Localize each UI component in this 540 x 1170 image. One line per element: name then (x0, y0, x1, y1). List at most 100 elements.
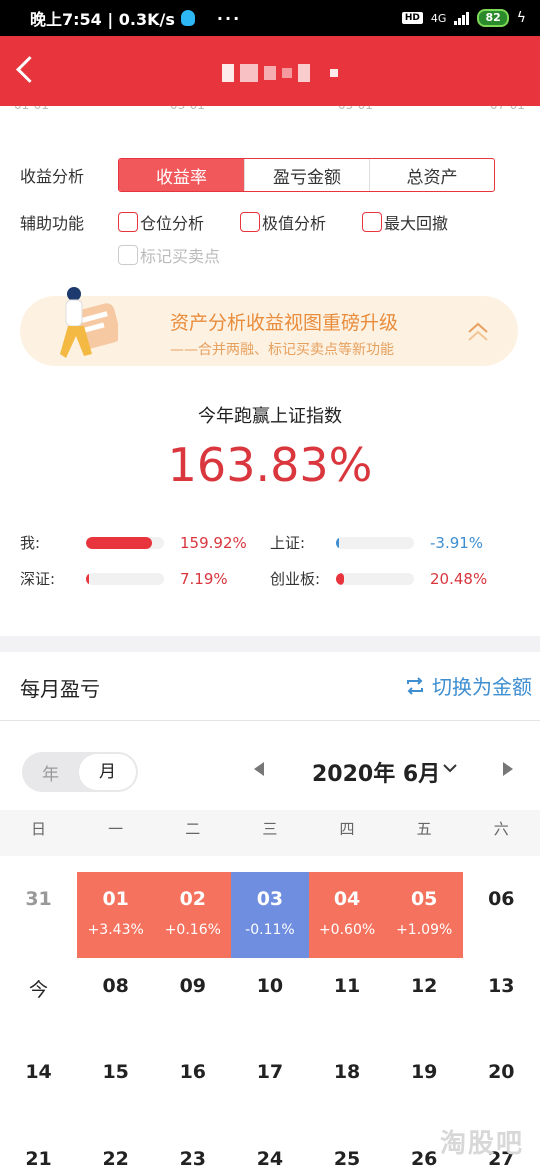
month-label[interactable]: 2020年 6月 (312, 756, 440, 788)
calendar-day-cell[interactable]: 19 (386, 1045, 463, 1131)
calendar-day-cell[interactable]: 08 (77, 959, 154, 1045)
comparison-label: 我: (20, 534, 41, 552)
next-month-icon[interactable] (503, 762, 513, 776)
calendar-day-number: 09 (179, 974, 207, 997)
weekday-header: 日 一 二 三 四 五 六 (0, 810, 540, 856)
calendar-week-row: 31 01 +3.43% 02 +0.16% 03 -0.11% 04 +0.60% 05 +1.0… (0, 872, 540, 959)
hd-icon: HD (401, 12, 423, 24)
comparison-bar (336, 572, 345, 585)
calendar-day-number: 19 (410, 1061, 438, 1083)
calendar-day-cell[interactable]: 02 +0.16% (154, 872, 232, 958)
status-bar: 晚上7:54 | 0.3K/s ··· HD 4G 82 ϟ (0, 0, 540, 36)
mark-points-checkbox[interactable]: 标记买卖点 (118, 243, 220, 267)
calendar-day-number: 17 (256, 1061, 284, 1083)
nav-bar (0, 36, 540, 106)
weekday-label: 二 (185, 820, 201, 838)
tab-total-assets[interactable]: 总资产 (369, 159, 494, 191)
calendar-day-number: 22 (102, 1147, 129, 1170)
comparison-label: 创业板: (270, 570, 321, 588)
tab-return-rate[interactable]: 收益率 (119, 159, 244, 191)
chevron-down-icon[interactable] (442, 760, 458, 776)
calendar-day-cell[interactable]: 14 (0, 1045, 77, 1131)
calendar-week-row: 14 15 16 17 18 19 20 (0, 1045, 540, 1132)
weekday-label: 六 (493, 820, 509, 838)
calendar-day-number: 31 (25, 888, 52, 910)
calendar-day-cell[interactable]: 03 -0.11% (231, 872, 309, 958)
calendar-day-cell[interactable]: 31 (0, 872, 77, 958)
toggle-year[interactable]: 年 (22, 760, 79, 785)
calendar-day-cell[interactable]: 01 +3.43% (77, 872, 155, 958)
switch-to-amount-label: 切换为金额 (432, 675, 532, 699)
analysis-label: 收益分析 (20, 167, 85, 186)
calendar-day-cell[interactable]: 16 (154, 1045, 231, 1131)
back-arrow-icon[interactable] (14, 56, 38, 80)
calendar-day-cell[interactable]: 22 (77, 1132, 154, 1170)
comparison-value: 159.92% (180, 533, 247, 552)
tab-pnl-amount[interactable]: 盈亏金额 (244, 159, 369, 191)
prev-month-icon[interactable] (254, 762, 264, 776)
calendar-day-cell[interactable]: 10 (231, 959, 308, 1045)
calendar-day-number: 03 (256, 888, 284, 910)
year-month-toggle[interactable]: 年 月 (22, 752, 138, 792)
calendar-day-cell[interactable]: 15 (77, 1045, 154, 1131)
calendar-day-cell[interactable]: 18 (309, 1045, 386, 1131)
calendar-day-cell[interactable]: 09 (154, 959, 231, 1045)
switch-to-amount-button[interactable]: 切换为金额 (404, 671, 532, 700)
calendar-day-cell[interactable]: 20 (463, 1045, 540, 1131)
calendar-day-number: 25 (333, 1147, 361, 1170)
calendar-day-cell[interactable]: 24 (231, 1132, 308, 1170)
weekday-label: 五 (416, 820, 432, 838)
monthly-pnl-title: 每月盈亏 (20, 677, 100, 701)
calendar-day-number: 11 (333, 974, 361, 997)
status-time: 晚上7:54 | 0.3K/s (30, 10, 175, 29)
calendar-day-number: 24 (256, 1147, 284, 1170)
calendar-day-change: +3.43% (87, 922, 144, 938)
calendar-day-number: 21 (25, 1147, 52, 1170)
calendar-day-number: 13 (488, 974, 515, 997)
max-drawdown-checkbox[interactable]: 最大回撤 (362, 210, 448, 234)
chart-axis-remnant: 01-0103-0105-0107-01 (0, 106, 540, 114)
calendar-day-cell[interactable]: 05 +1.09% (385, 872, 463, 958)
calendar-day-number: 15 (102, 1061, 129, 1083)
comparison-chinext: 创业板: 20.48% (270, 568, 487, 589)
calendar-day-number: 20 (488, 1061, 515, 1083)
calendar-day-cell[interactable]: 13 (463, 959, 540, 1045)
calendar-day-cell[interactable]: 23 (154, 1132, 231, 1170)
comparison-shanghai: 上证: -3.91% (270, 532, 483, 553)
analysis-tabs: 收益率 盈亏金额 总资产 (118, 158, 495, 192)
position-analysis-checkbox[interactable]: 仓位分析 (118, 210, 204, 234)
max-drawdown-label: 最大回撤 (384, 214, 449, 233)
calendar-day-cell[interactable]: 17 (231, 1045, 308, 1131)
section-divider (0, 636, 540, 652)
upgrade-banner[interactable]: 资产分析收益视图重磅升级 ——合并两融、标记买卖点等新功能 (20, 287, 518, 366)
chevron-up-icon[interactable] (466, 320, 490, 344)
network-type: 4G (430, 11, 447, 25)
comparison-label: 深证: (20, 570, 56, 588)
toggle-month[interactable]: 月 (79, 754, 136, 790)
mark-points-row: 标记买卖点 (118, 243, 256, 267)
calendar-day-cell[interactable]: 21 (0, 1132, 77, 1170)
extreme-analysis-checkbox[interactable]: 极值分析 (240, 210, 326, 234)
position-analysis-label: 仓位分析 (140, 214, 205, 233)
person-illustration-icon (60, 287, 118, 358)
swap-icon (407, 676, 423, 695)
calendar-day-number: 01 (102, 888, 129, 910)
aux-label: 辅助功能 (20, 214, 85, 233)
charging-icon: ϟ (516, 10, 526, 26)
watermark: 淘股吧 (439, 1129, 524, 1159)
divider-line (0, 720, 540, 721)
calendar-day-cell[interactable]: 今 (0, 959, 77, 1045)
benchmark-title: 今年跑赢上证指数 (198, 406, 342, 427)
calendar-day-cell[interactable]: 06 (463, 872, 540, 958)
aux-row: 辅助功能 仓位分析 极值分析 最大回撤 (20, 210, 484, 234)
calendar-day-cell[interactable]: 25 (309, 1132, 386, 1170)
weekday-label: 一 (108, 820, 124, 838)
calendar-day-cell[interactable]: 11 (309, 959, 386, 1045)
mark-points-label: 标记买卖点 (140, 247, 221, 266)
comparison-value: 7.19% (180, 569, 228, 588)
calendar-day-cell[interactable]: 12 (386, 959, 463, 1045)
calendar-day-number: 12 (410, 974, 438, 997)
calendar-day-change: -0.11% (245, 922, 295, 938)
page-title-redacted (222, 64, 338, 82)
calendar-day-cell[interactable]: 04 +0.60% (308, 872, 386, 958)
